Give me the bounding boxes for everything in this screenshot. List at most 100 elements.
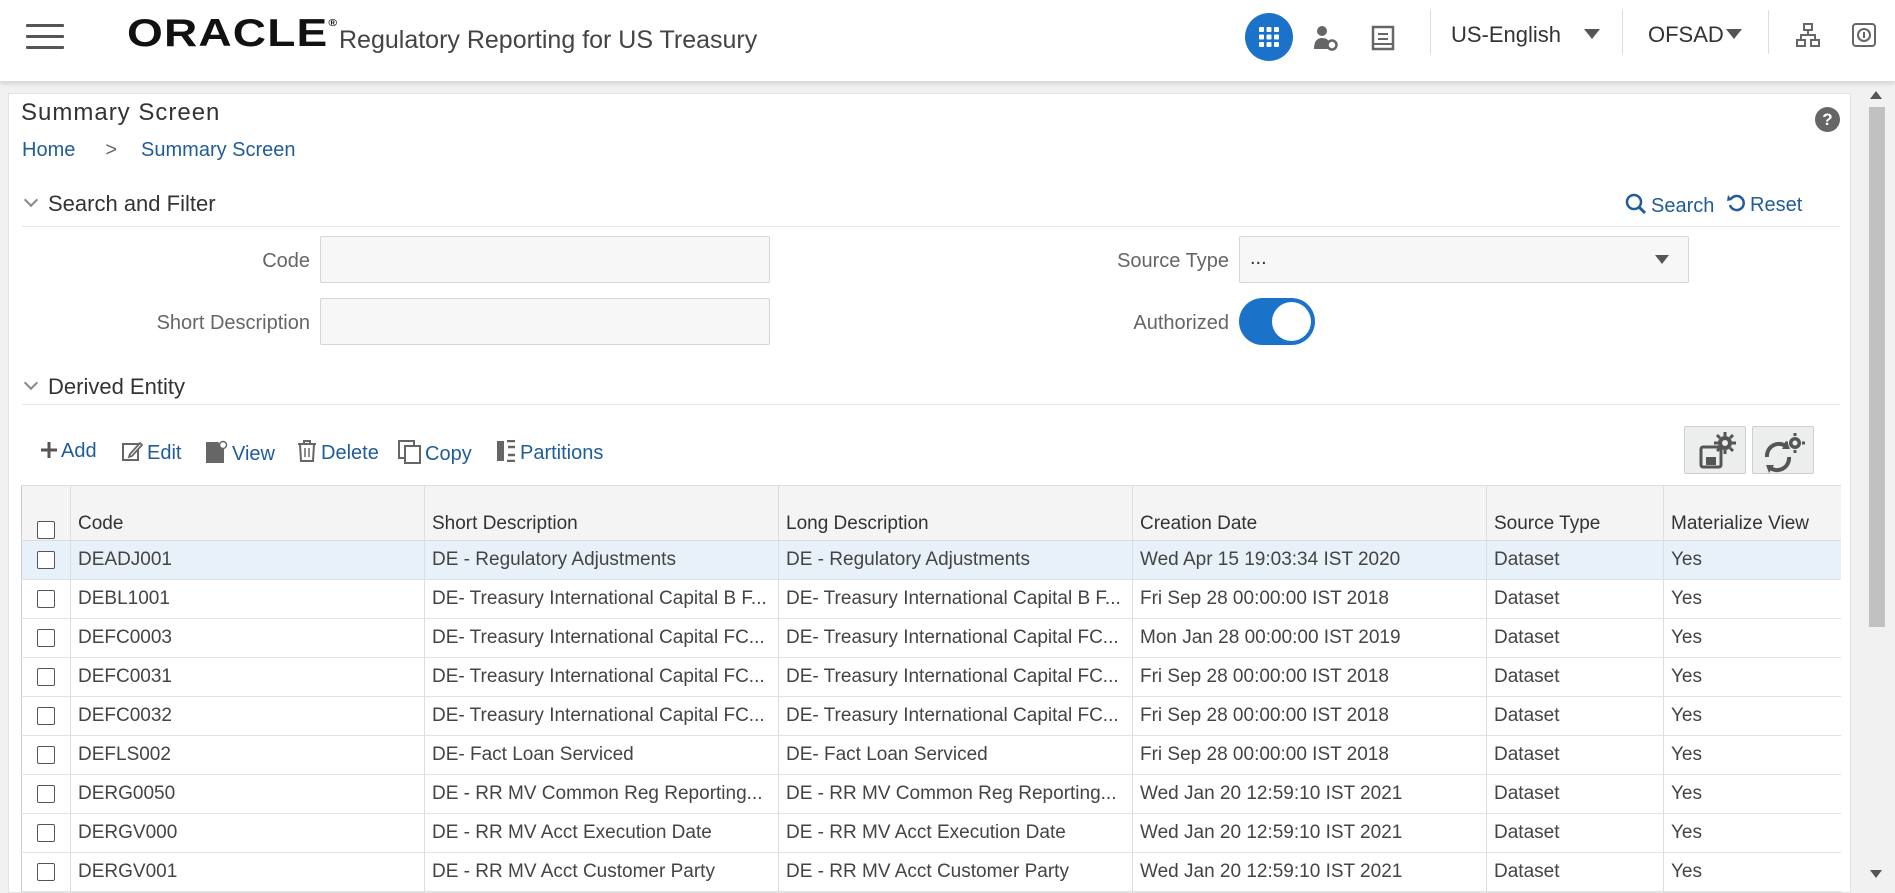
- language-selector[interactable]: US-English: [1451, 22, 1561, 48]
- row-checkbox[interactable]: [37, 745, 55, 764]
- settings-refresh-button[interactable]: [1752, 426, 1814, 474]
- table-row[interactable]: DEADJ001 DE - Regulatory Adjustments DE …: [21, 540, 1841, 580]
- column-header-source-type[interactable]: Source Type: [1486, 485, 1664, 541]
- table-row[interactable]: DERG0050 DE - RR MV Common Reg Reporting…: [21, 774, 1841, 814]
- breadcrumb-current-link[interactable]: Summary Screen: [141, 139, 296, 161]
- copy-button[interactable]: Copy: [398, 440, 472, 466]
- edit-icon: [122, 441, 144, 461]
- code-input[interactable]: [320, 236, 770, 283]
- cell-code: DEFC0032: [70, 696, 425, 736]
- column-header-long-description[interactable]: Long Description: [778, 485, 1133, 541]
- short-description-label: Short Description: [156, 312, 310, 334]
- row-checkbox[interactable]: [37, 667, 55, 686]
- cell-source-type: Dataset: [1486, 774, 1664, 814]
- derived-entity-section-toggle[interactable]: Derived Entity: [22, 374, 185, 400]
- add-button[interactable]: Add: [40, 440, 97, 463]
- column-header-creation-date[interactable]: Creation Date: [1132, 485, 1487, 541]
- column-header-code[interactable]: Code: [70, 485, 425, 541]
- cell-short-description: DE - RR MV Acct Execution Date: [424, 813, 779, 853]
- user-caret-down-icon[interactable]: [1726, 29, 1742, 39]
- row-select-cell: [21, 852, 71, 892]
- partitions-button[interactable]: Partitions: [496, 439, 604, 465]
- row-checkbox[interactable]: [37, 823, 55, 842]
- table-row[interactable]: DEBL1001 DE- Treasury International Capi…: [21, 579, 1841, 619]
- cell-short-description: DE - RR MV Common Reg Reporting...: [424, 774, 779, 814]
- cell-creation-date: Fri Sep 28 00:00:00 IST 2018: [1132, 657, 1487, 697]
- derived-entity-table: Code Short Description Long Description …: [21, 485, 1841, 892]
- breadcrumb: Home > Summary Screen: [22, 139, 296, 162]
- cell-long-description: DE- Treasury International Capital FC...: [778, 618, 1133, 658]
- header-divider: [1768, 10, 1769, 54]
- table-row[interactable]: DEFLS002 DE- Fact Loan Serviced DE- Fact…: [21, 735, 1841, 775]
- partitions-label: Partitions: [520, 442, 604, 464]
- header-divider: [1622, 10, 1623, 54]
- oracle-logo: ORACLE®: [127, 12, 339, 55]
- hamburger-menu-icon[interactable]: [26, 24, 64, 50]
- help-icon[interactable]: ?: [1815, 107, 1840, 132]
- book-icon[interactable]: [1370, 25, 1396, 56]
- column-header-materialize-view[interactable]: Materialize View: [1663, 485, 1841, 541]
- row-checkbox[interactable]: [37, 589, 55, 608]
- grid-apps-icon[interactable]: [1245, 13, 1293, 61]
- cell-code: DERG0050: [70, 774, 425, 814]
- table-row[interactable]: DERGV001 DE - RR MV Acct Customer Party …: [21, 852, 1841, 892]
- table-row[interactable]: DEFC0003 DE- Treasury International Capi…: [21, 618, 1841, 658]
- row-select-cell: [21, 735, 71, 775]
- row-checkbox[interactable]: [37, 706, 55, 725]
- cell-materialize-view: Yes: [1663, 813, 1841, 853]
- source-type-select[interactable]: ...: [1239, 236, 1689, 283]
- view-button[interactable]: View: [204, 440, 275, 466]
- short-description-input[interactable]: [320, 298, 770, 345]
- source-type-label: Source Type: [1117, 250, 1229, 272]
- search-icon: [1625, 193, 1647, 215]
- cell-source-type: Dataset: [1486, 618, 1664, 658]
- scroll-down-arrow-icon[interactable]: [1870, 870, 1882, 878]
- breadcrumb-home-link[interactable]: Home: [22, 139, 75, 161]
- cell-long-description: DE- Treasury International Capital B F..…: [778, 579, 1133, 619]
- authorized-label: Authorized: [1133, 312, 1229, 334]
- cell-long-description: DE- Treasury International Capital FC...: [778, 657, 1133, 697]
- cell-code: DEFC0003: [70, 618, 425, 658]
- about-icon[interactable]: [1851, 22, 1877, 53]
- cell-source-type: Dataset: [1486, 735, 1664, 775]
- breadcrumb-separator: >: [105, 139, 118, 161]
- row-checkbox[interactable]: [37, 784, 55, 803]
- cell-source-type: Dataset: [1486, 852, 1664, 892]
- sitemap-icon[interactable]: [1795, 22, 1821, 53]
- select-all-checkbox[interactable]: [37, 520, 55, 539]
- scrollbar-thumb[interactable]: [1869, 107, 1885, 627]
- cell-code: DEADJ001: [70, 540, 425, 580]
- cell-materialize-view: Yes: [1663, 579, 1841, 619]
- cell-creation-date: Fri Sep 28 00:00:00 IST 2018: [1132, 696, 1487, 736]
- table-row[interactable]: DERGV000 DE - RR MV Acct Execution Date …: [21, 813, 1841, 853]
- user-menu[interactable]: OFSAD: [1648, 22, 1724, 48]
- search-button[interactable]: Search: [1625, 193, 1714, 218]
- reset-button[interactable]: Reset: [1727, 193, 1802, 217]
- cell-code: DERGV000: [70, 813, 425, 853]
- cell-short-description: DE- Fact Loan Serviced: [424, 735, 779, 775]
- delete-button[interactable]: Delete: [297, 440, 379, 465]
- authorized-toggle[interactable]: [1239, 298, 1315, 345]
- row-select-cell: [21, 618, 71, 658]
- row-select-cell: [21, 813, 71, 853]
- row-select-cell: [21, 774, 71, 814]
- language-caret-down-icon[interactable]: [1584, 29, 1600, 39]
- app-header: ORACLE® Regulatory Reporting for US Trea…: [0, 0, 1895, 82]
- user-gear-icon[interactable]: [1312, 25, 1338, 56]
- row-checkbox[interactable]: [37, 550, 55, 569]
- cell-short-description: DE- Treasury International Capital FC...: [424, 618, 779, 658]
- row-checkbox[interactable]: [37, 862, 55, 881]
- derived-entity-title: Derived Entity: [48, 374, 185, 399]
- column-header-short-description[interactable]: Short Description: [424, 485, 779, 541]
- cell-materialize-view: Yes: [1663, 696, 1841, 736]
- table-row[interactable]: DEFC0032 DE- Treasury International Capi…: [21, 696, 1841, 736]
- edit-button[interactable]: Edit: [121, 440, 181, 465]
- scroll-up-arrow-icon[interactable]: [1870, 91, 1882, 99]
- table-row[interactable]: DEFC0031 DE- Treasury International Capi…: [21, 657, 1841, 697]
- header-divider: [1430, 10, 1431, 54]
- search-filter-section-toggle[interactable]: Search and Filter: [22, 191, 216, 217]
- settings-save-button[interactable]: [1684, 426, 1746, 474]
- gear-refresh-icon: [1764, 433, 1805, 473]
- row-checkbox[interactable]: [37, 628, 55, 647]
- delete-label: Delete: [321, 442, 379, 464]
